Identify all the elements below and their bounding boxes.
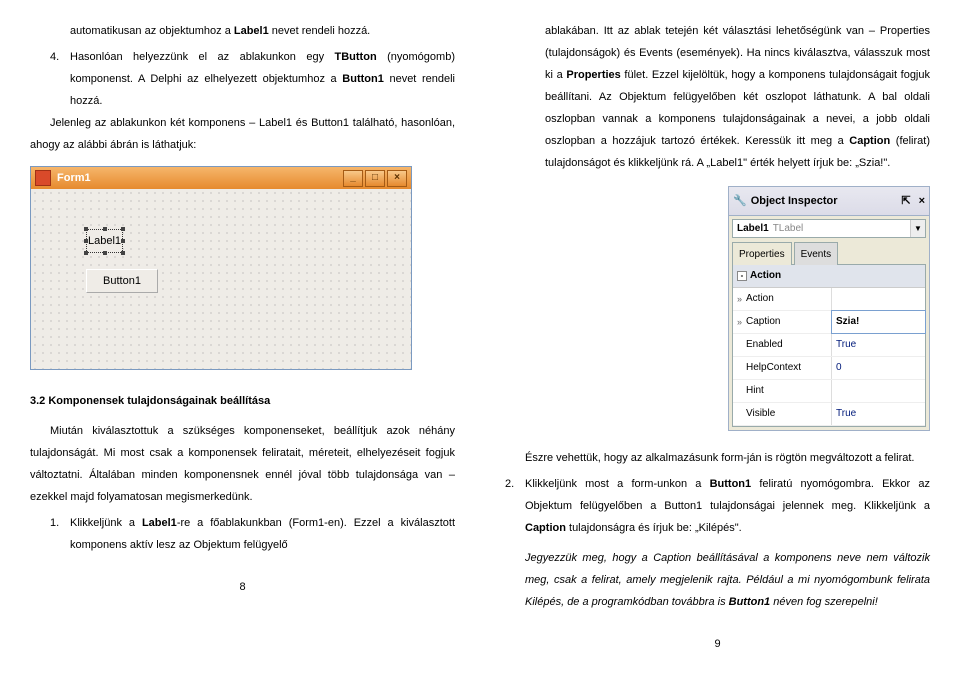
inspector-row[interactable]: HelpContext0	[733, 357, 925, 380]
tab-properties[interactable]: Properties	[732, 242, 792, 265]
list-text: Hasonlóan helyezzünk el az ablakunkon eg…	[70, 46, 455, 112]
inspector-row[interactable]: »Action	[733, 288, 925, 311]
tab-events[interactable]: Events	[794, 242, 839, 265]
inspector-row[interactable]: VisibleTrue	[733, 403, 925, 426]
inspector-title-text: Object Inspector	[751, 190, 838, 212]
inspector-section-header[interactable]: - Action	[733, 265, 925, 288]
inspector-prop-value[interactable]: 0	[832, 357, 925, 379]
inspector-prop-name: »Caption	[733, 311, 832, 333]
body-text: Észre vehettük, hogy az alkalmazásunk fo…	[505, 447, 930, 469]
form1-titlebar[interactable]: Form1 _ □ ×	[31, 167, 411, 189]
list-number: 2.	[505, 473, 525, 539]
inspector-prop-value[interactable]	[832, 380, 925, 402]
collapse-icon[interactable]: -	[737, 271, 747, 281]
pin-icon[interactable]: ⇱	[901, 190, 910, 212]
form1-title-text: Form1	[57, 167, 91, 189]
inspector-prop-name: Hint	[733, 380, 832, 402]
list-item-1: 1. Klikkeljünk a Label1-re a főablakunkb…	[50, 512, 455, 556]
list-text: Klikkeljünk a Label1-re a főablakunkban …	[70, 512, 455, 556]
form1-window: Form1 _ □ × Label1	[30, 166, 412, 370]
minimize-button[interactable]: _	[343, 170, 363, 187]
list-item-4: 4. Hasonlóan helyezzünk el az ablakunkon…	[50, 46, 455, 112]
form1-button1[interactable]: Button1	[86, 269, 158, 293]
inspector-prop-value[interactable]: Szia!	[832, 311, 925, 333]
list-number: 4.	[50, 46, 70, 112]
chevron-down-icon[interactable]: ▼	[910, 220, 925, 237]
inspector-component-selector[interactable]: Label1 TLabel ▼	[732, 219, 926, 238]
close-button[interactable]: ×	[387, 170, 407, 187]
inspector-row[interactable]: EnabledTrue	[733, 334, 925, 357]
object-inspector: 🔧 Object Inspector ⇱ × Label1 TLabel ▼ P…	[728, 186, 930, 431]
maximize-button[interactable]: □	[365, 170, 385, 187]
inspector-prop-name: Visible	[733, 403, 832, 425]
inspector-prop-name: »Action	[733, 288, 832, 310]
inspector-prop-value[interactable]: True	[832, 334, 925, 356]
inspector-icon: 🔧	[733, 190, 747, 212]
page-number: 8	[30, 576, 455, 598]
inspector-prop-value[interactable]	[832, 288, 925, 310]
inspector-row[interactable]: »CaptionSzia!	[733, 311, 925, 334]
page-number: 9	[505, 633, 930, 655]
inspector-property-grid: - Action »Action»CaptionSzia!EnabledTrue…	[732, 264, 926, 427]
close-icon[interactable]: ×	[919, 190, 925, 212]
inspector-prop-name: HelpContext	[733, 357, 832, 379]
left-column: automatikusan az objektumhoz a Label1 ne…	[30, 20, 455, 655]
body-text: ablakában. Itt az ablak tetején két vála…	[545, 20, 930, 174]
inspector-titlebar[interactable]: 🔧 Object Inspector ⇱ ×	[729, 187, 929, 216]
list-item-2: 2. Klikkeljünk most a form-unkon a Butto…	[505, 473, 930, 539]
list-text: Klikkeljünk most a form-unkon a Button1 …	[525, 473, 930, 539]
body-text: Jelenleg az ablakunkon két komponens – L…	[30, 112, 455, 156]
form1-app-icon	[35, 170, 51, 186]
body-text: Miután kiválasztottuk a szükséges kompon…	[30, 420, 455, 508]
section-heading: 3.2 Komponensek tulajdonságainak beállít…	[30, 390, 455, 412]
form1-client-area[interactable]: Label1 Button1	[31, 189, 411, 369]
right-column: ablakában. Itt az ablak tetején két vála…	[505, 20, 930, 655]
inspector-row[interactable]: Hint	[733, 380, 925, 403]
body-text: automatikusan az objektumhoz a Label1 ne…	[70, 20, 455, 42]
inspector-prop-value[interactable]: True	[832, 403, 925, 425]
list-number: 1.	[50, 512, 70, 556]
body-note: Jegyezzük meg, hogy a Caption beállításá…	[525, 547, 930, 613]
form1-label1[interactable]: Label1	[86, 229, 123, 253]
inspector-prop-name: Enabled	[733, 334, 832, 356]
